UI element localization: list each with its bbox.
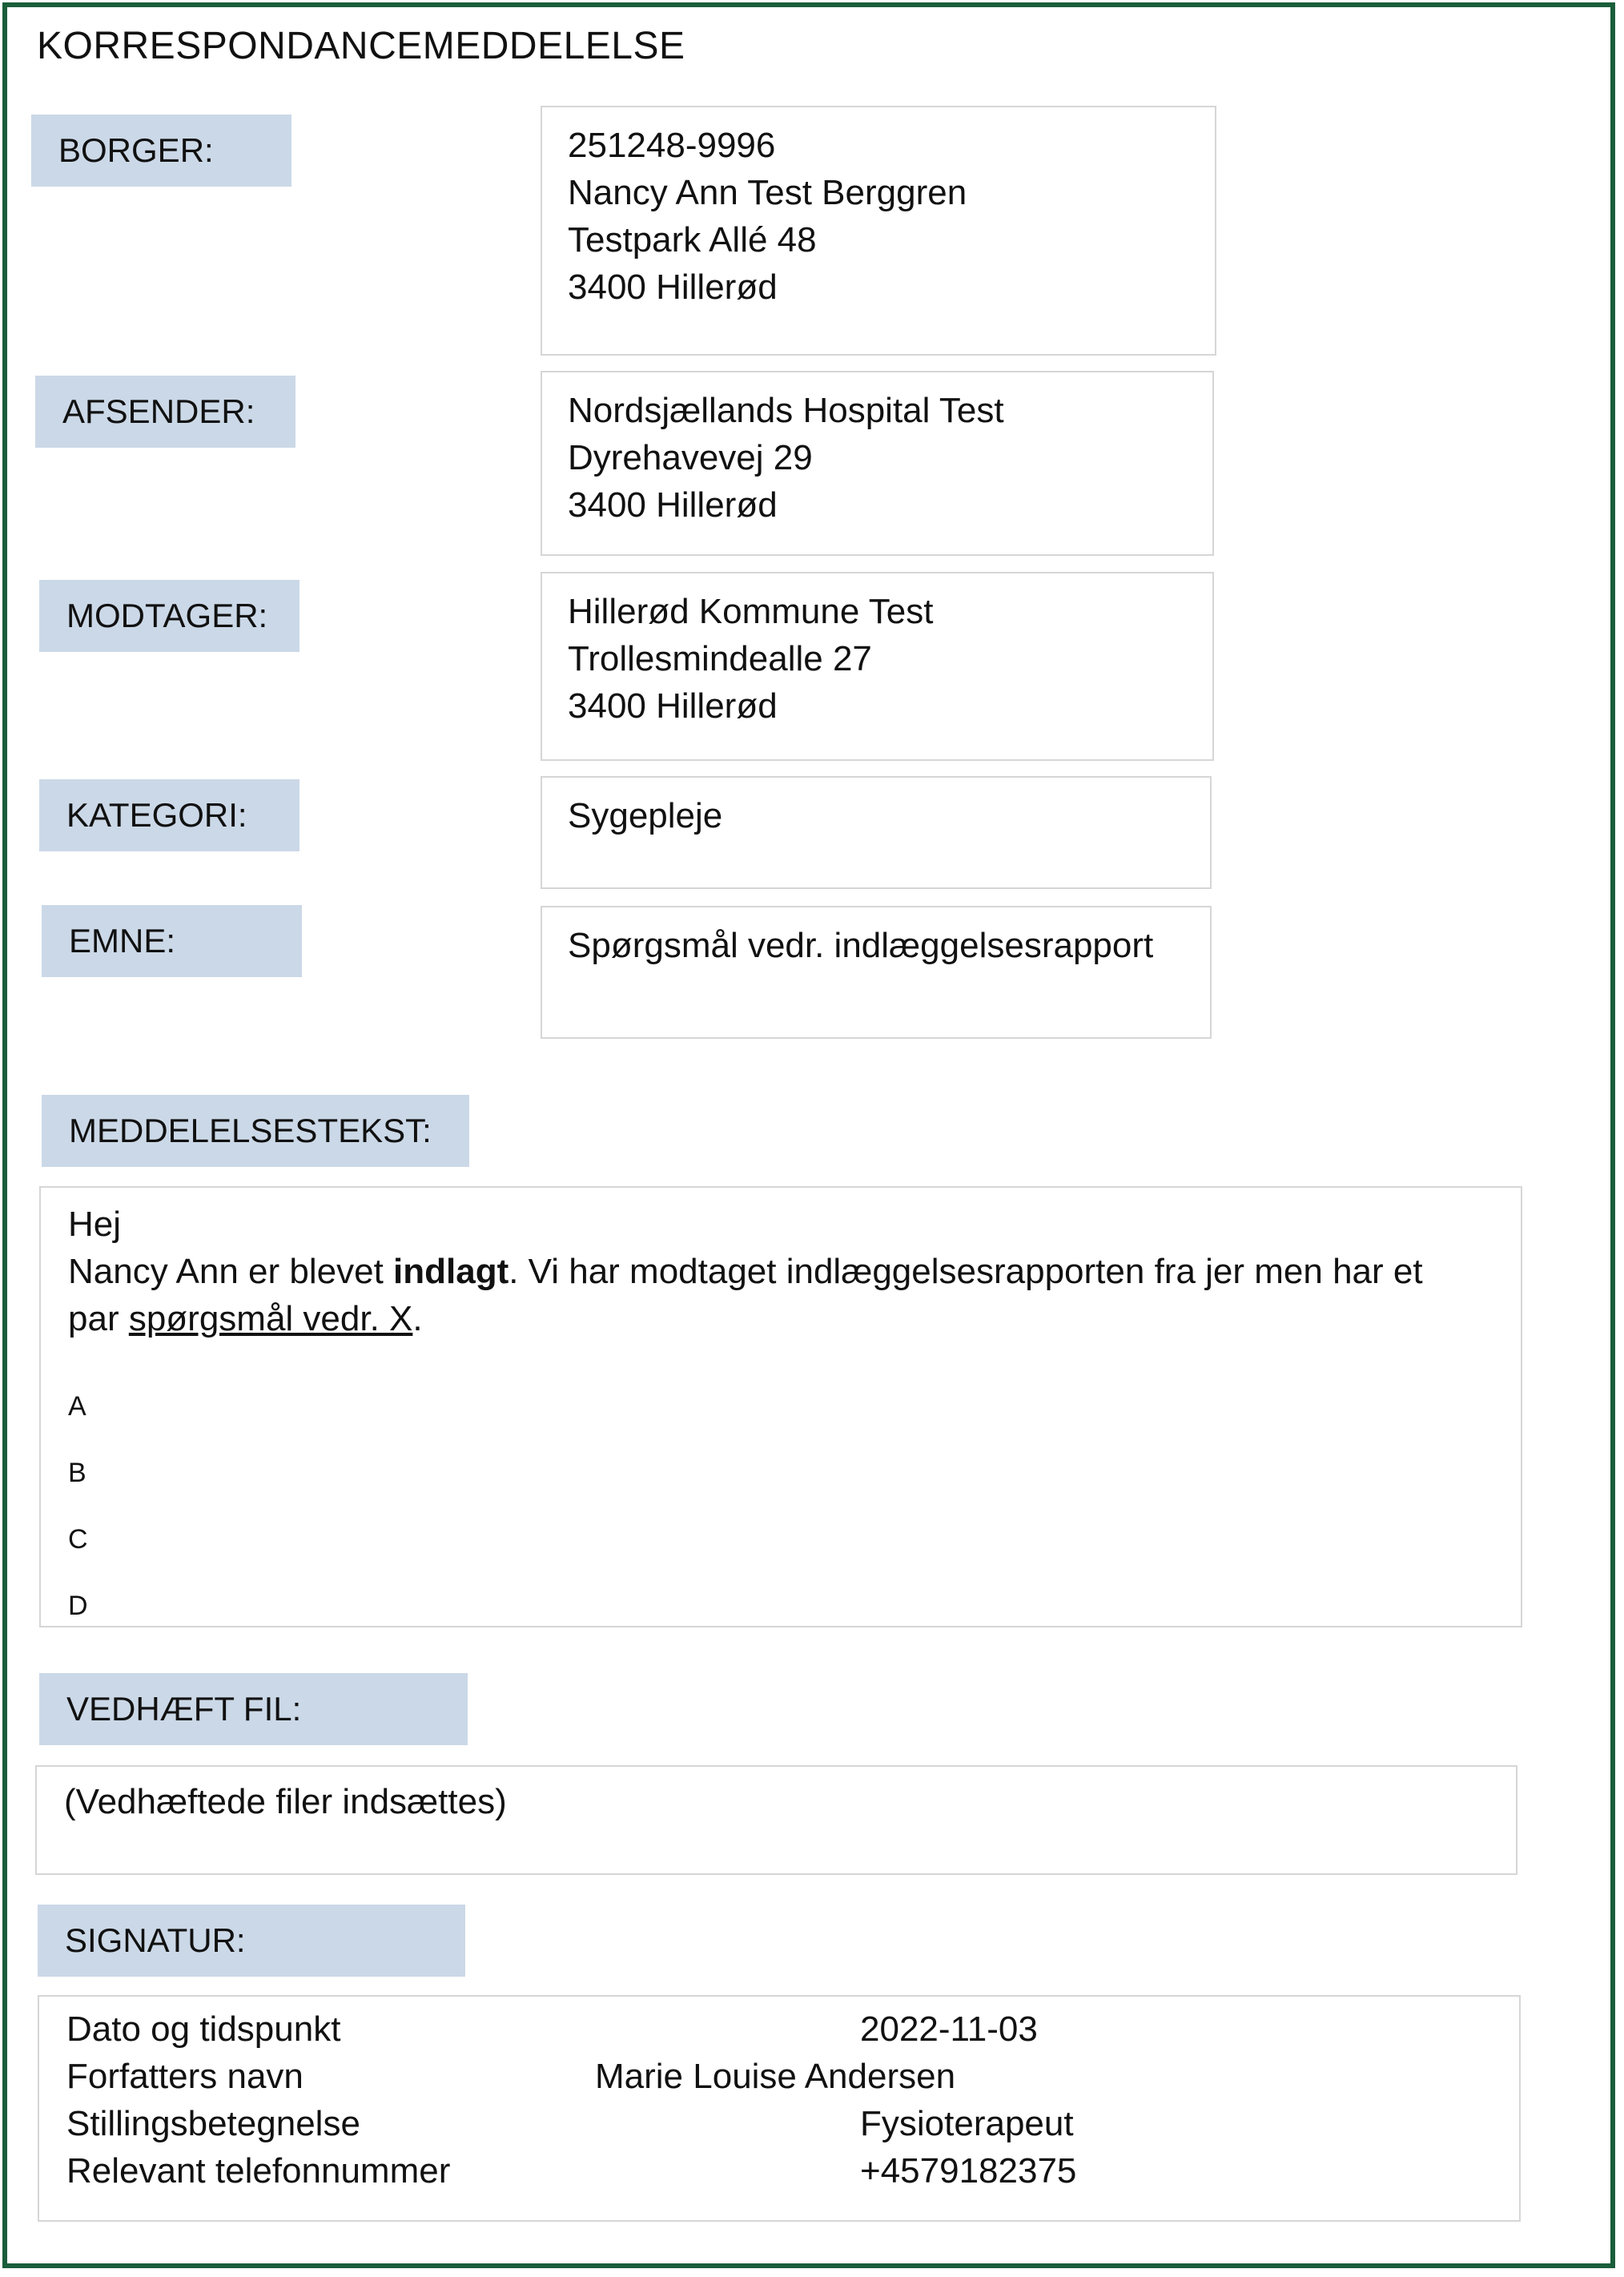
signatur-author-label: Forfatters navn (66, 2057, 303, 2096)
borger-box: 251248-9996 Nancy Ann Test Berggren Test… (541, 106, 1216, 356)
modtager-city: 3400 Hillerød (568, 686, 778, 726)
afsender-label: AFSENDER: (35, 376, 295, 448)
kategori-label: KATEGORI: (39, 779, 299, 851)
borger-name: Nancy Ann Test Berggren (568, 173, 967, 212)
body-text-end: . (412, 1299, 423, 1338)
emne-value: Spørgsmål vedr. indlæggelsesrapport (568, 926, 1154, 965)
vedhaeft-placeholder: (Vedhæftede filer indsættes) (64, 1782, 507, 1821)
emne-box: Spørgsmål vedr. indlæggelsesrapport (541, 906, 1212, 1039)
kategori-value: Sygepleje (568, 796, 723, 835)
signatur-box: Dato og tidspunkt 2022-11-03 Forfatters … (38, 1995, 1521, 2222)
body-text-bold: indlagt (393, 1252, 509, 1291)
signatur-phone-label: Relevant telefonnummer (66, 2151, 451, 2191)
list-item: D (68, 1591, 88, 1621)
modtager-box: Hillerød Kommune Test Trollesmindealle 2… (541, 572, 1214, 761)
afsender-name: Nordsjællands Hospital Test (568, 391, 1004, 430)
list-item: C (68, 1524, 88, 1555)
meddelelse-label: MEDDELELSESTEKST: (42, 1095, 469, 1167)
meddelelse-body: Nancy Ann er blevet indlagt. Vi har modt… (68, 1248, 1481, 1342)
kategori-box: Sygepleje (541, 776, 1212, 889)
modtager-street: Trollesmindealle 27 (568, 639, 872, 678)
meddelelse-items: A B C D (68, 1374, 88, 1639)
meddelelse-greeting: Hej (68, 1205, 122, 1244)
signatur-title-label: Stillingsbetegnelse (66, 2104, 360, 2143)
meddelelse-box: Hej Nancy Ann er blevet indlagt. Vi har … (39, 1186, 1522, 1627)
modtager-label: MODTAGER: (39, 580, 299, 652)
afsender-box: Nordsjællands Hospital Test Dyrehavevej … (541, 371, 1214, 556)
signatur-phone-value: +4579182375 (860, 2151, 1077, 2191)
meddelelse-text: Hej Nancy Ann er blevet indlagt. Vi har … (68, 1201, 1481, 1342)
vedhaeft-box[interactable]: (Vedhæftede filer indsættes) (35, 1765, 1517, 1875)
page-title: KORRESPONDANCEMEDDELELSE (37, 25, 685, 67)
afsender-street: Dyrehavevej 29 (568, 438, 813, 477)
signatur-author-value: Marie Louise Andersen (595, 2057, 956, 2096)
body-text-underlined: spørgsmål vedr. X (128, 1299, 413, 1338)
signatur-date-label: Dato og tidspunkt (66, 2009, 341, 2049)
borger-city: 3400 Hillerød (568, 268, 778, 307)
afsender-city: 3400 Hillerød (568, 485, 778, 525)
vedhaeft-label: VEDHÆFT FIL: (39, 1673, 468, 1745)
signatur-label: SIGNATUR: (38, 1905, 465, 1977)
borger-street: Testpark Allé 48 (568, 220, 817, 259)
list-item: A (68, 1391, 86, 1422)
emne-label: EMNE: (42, 905, 302, 977)
borger-cpr: 251248-9996 (568, 126, 776, 165)
list-item: B (68, 1458, 86, 1488)
modtager-name: Hillerød Kommune Test (568, 592, 934, 631)
body-text-pre: Nancy Ann er blevet (68, 1252, 394, 1291)
borger-label: BORGER: (31, 115, 291, 187)
signatur-date-value: 2022-11-03 (860, 2009, 1038, 2049)
signatur-title-value: Fysioterapeut (860, 2104, 1074, 2143)
